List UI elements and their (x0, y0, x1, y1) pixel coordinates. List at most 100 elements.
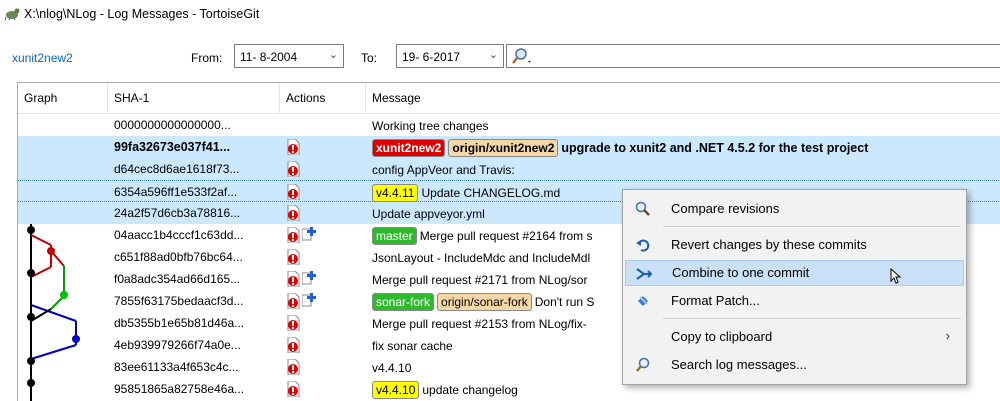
tortoisegit-icon (4, 8, 20, 21)
branch-tag[interactable]: master (372, 226, 417, 245)
table-row[interactable]: 0000000000000000... Working tree changes (18, 114, 1000, 136)
column-sha[interactable]: SHA-1 (108, 83, 280, 113)
modified-icon (287, 337, 300, 353)
version-tag[interactable]: v4.4.10 (372, 380, 420, 399)
remote-branch-tag[interactable]: origin/xunit2new2 (448, 138, 559, 157)
branch-tag[interactable]: xunit2new2 (372, 138, 446, 157)
message-text: fix sonar cache (372, 338, 453, 353)
message-text: Merge pull request #2153 from NLog/fix- (372, 316, 587, 331)
menu-item-revert-changes[interactable]: Revert changes by these commits (625, 232, 964, 258)
sha-cell: 7855f63175bedaacf3d... (114, 294, 244, 308)
message-text: update changelog (422, 382, 518, 397)
menu-item-label: Format Patch... (671, 293, 760, 308)
sha-cell: 4eb939979266f74a0e... (114, 338, 241, 352)
menu-item-label: Combine to one commit (672, 265, 810, 280)
message-text: JsonLayout - IncludeMdc and IncludeMdl (372, 250, 591, 265)
modified-icon (287, 184, 300, 200)
sha-cell: 04aacc1b4cccf1c63dd... (114, 228, 244, 242)
menu-item-copy-to-clipboard[interactable]: Copy to clipboard › (625, 324, 964, 350)
sha-cell: 95851865a82758e46a... (114, 382, 245, 396)
mouse-cursor-icon (890, 268, 902, 284)
actions-cell (286, 356, 366, 378)
modified-icon (287, 381, 300, 397)
message-text: Working tree changes (372, 118, 489, 133)
message-text: config AppVeor and Travis: (372, 162, 515, 177)
magnifier-compare-icon (635, 201, 650, 216)
sha-cell: 83ee61133a4f653c4c... (114, 360, 239, 374)
modified-icon (287, 227, 300, 243)
actions-cell (286, 312, 366, 334)
column-message[interactable]: Message (366, 83, 1000, 113)
sha-cell: f0a8adc354ad66d165... (114, 272, 241, 286)
actions-cell (286, 181, 366, 203)
remote-branch-tag[interactable]: origin/sonar-fork (437, 292, 532, 311)
actions-cell (286, 334, 366, 356)
menu-item-compare-revisions[interactable]: Compare revisions (625, 196, 964, 222)
modified-icon (287, 315, 300, 331)
branch-link[interactable]: xunit2new2 (12, 51, 73, 65)
sha-cell: 0000000000000000... (114, 118, 231, 132)
menu-item-label: Revert changes by these commits (671, 237, 867, 252)
modified-icon (287, 359, 300, 375)
message-text: v4.4.10 (372, 360, 412, 375)
column-actions[interactable]: Actions (280, 83, 366, 113)
search-input[interactable] (506, 44, 1000, 68)
menu-item-combine-commits[interactable]: Combine to one commit (625, 260, 964, 286)
actions-cell (286, 136, 366, 158)
message-text: Merge pull request #2171 from NLog/sor (372, 272, 588, 287)
actions-cell (286, 224, 366, 246)
branch-tag[interactable]: sonar-fork (372, 292, 435, 311)
title-bar: X:\nlog\NLog - Log Messages - TortoiseGi… (0, 0, 1000, 36)
list-header: Graph SHA-1 Actions Message (18, 83, 1000, 114)
revert-arrow-icon (636, 239, 650, 252)
sha-cell: 99fa32673e037f41... (114, 140, 231, 154)
from-date-value: 11- 8-2004 (240, 50, 298, 64)
toolbar: xunit2new2 From: 11- 8-2004 ⌄ To: 19- 6-… (0, 38, 1000, 78)
table-row[interactable]: d64cec8d6ae1618f73... config AppVeor and… (18, 158, 1000, 180)
modified-icon (287, 139, 300, 155)
menu-separator (663, 318, 961, 319)
message-text: Update appveyor.yml (372, 206, 485, 221)
message-text: Don't run S (534, 294, 595, 309)
menu-item-search-log[interactable]: Search log messages... (625, 352, 964, 378)
version-tag[interactable]: v4.4.11 (372, 183, 419, 202)
actions-cell (286, 158, 366, 180)
chevron-down-icon[interactable]: ⌄ (489, 48, 498, 61)
chevron-right-icon: › (945, 328, 950, 343)
message-text: Merge pull request #2164 from s (419, 228, 593, 243)
combine-arrows-icon (636, 268, 652, 280)
search-icon[interactable] (510, 47, 532, 65)
sha-cell: 24a2f57d6cb3a78816... (114, 206, 241, 220)
modified-icon (287, 161, 300, 177)
modified-icon (287, 249, 300, 265)
merge-add-icon (302, 293, 316, 307)
from-date-picker[interactable]: 11- 8-2004 ⌄ (234, 44, 344, 68)
column-graph[interactable]: Graph (18, 83, 108, 113)
table-row[interactable]: 99fa32673e037f41... xunit2new2 origin/xun… (18, 136, 1000, 158)
to-date-picker[interactable]: 19- 6-2017 ⌄ (396, 44, 504, 68)
actions-cell (286, 246, 366, 268)
message-cell: xunit2new2 origin/xunit2new2 upgrade to xu… (372, 136, 1000, 158)
menu-item-format-patch[interactable]: Format Patch... (625, 288, 964, 314)
to-label: To: (361, 51, 378, 65)
context-menu: Compare revisions Revert changes by thes… (622, 189, 967, 385)
sha-cell: 6354a596ff1e533f2af... (114, 185, 238, 199)
actions-cell (286, 290, 366, 312)
message-cell: Working tree changes (372, 114, 1000, 136)
actions-cell (286, 202, 366, 224)
sha-cell: d64cec8d6ae1618f73... (114, 162, 240, 176)
modified-icon (287, 293, 300, 309)
message-text: Update CHANGELOG.md (421, 185, 561, 200)
menu-separator (663, 226, 961, 227)
menu-item-label: Search log messages... (671, 357, 807, 372)
sha-cell: db5355b1e65b81d46a... (114, 316, 245, 330)
chevron-down-icon[interactable]: ⌄ (329, 48, 338, 61)
merge-add-icon (302, 271, 316, 285)
merge-add-icon (302, 227, 316, 241)
to-date-value: 19- 6-2017 (402, 50, 461, 64)
window-title: X:\nlog\NLog - Log Messages - TortoiseGi… (24, 7, 260, 21)
menu-item-label: Copy to clipboard (671, 329, 773, 344)
message-cell: config AppVeor and Travis: (372, 158, 1000, 180)
modified-icon (287, 205, 300, 221)
menu-item-label: Compare revisions (671, 201, 780, 216)
